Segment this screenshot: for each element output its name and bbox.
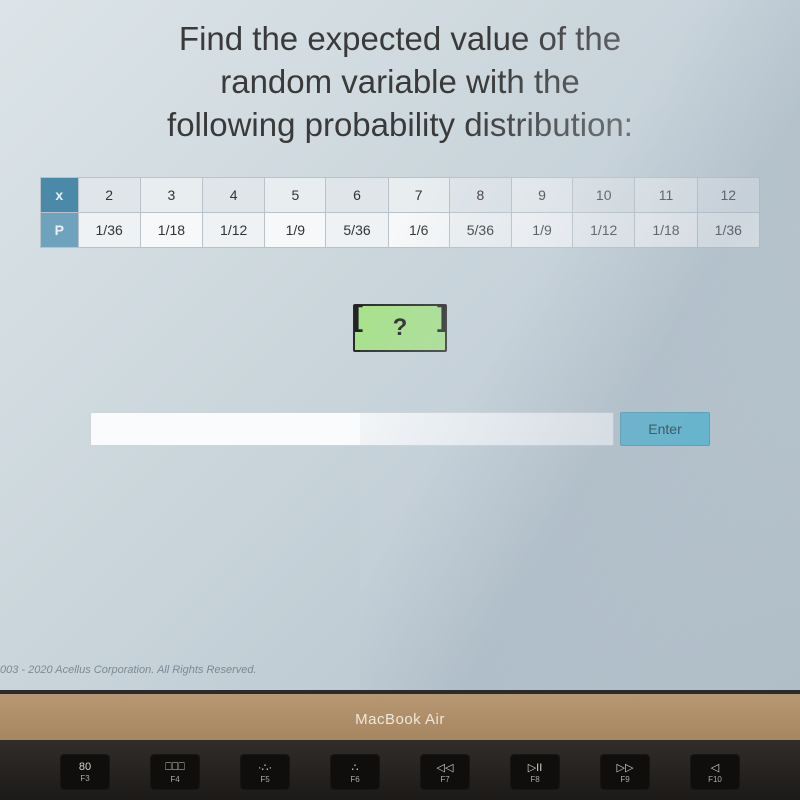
x-cell: 11 (635, 177, 697, 212)
x-cell: 10 (573, 177, 635, 212)
x-cell: 12 (697, 177, 759, 212)
p-cell: 1/9 (265, 212, 326, 247)
question-prompt: Find the expected value of the random va… (0, 18, 800, 147)
table-row-p: P 1/36 1/18 1/12 1/9 5/36 1/6 5/36 1/9 1… (41, 212, 760, 247)
p-cell: 1/12 (573, 212, 635, 247)
bezel-label: MacBook Air (355, 711, 445, 728)
x-cell: 2 (78, 177, 140, 212)
function-key: ·∴·F5 (240, 754, 290, 790)
x-cell: 6 (326, 177, 388, 212)
p-cell: 5/36 (326, 212, 388, 247)
probability-table: x 2 3 4 5 6 7 8 9 10 11 12 P 1/36 1/18 1… (40, 177, 760, 248)
p-cell: 1/36 (697, 212, 759, 247)
x-cell: 5 (265, 177, 326, 212)
x-cell: 3 (140, 177, 202, 212)
table-row-x: x 2 3 4 5 6 7 8 9 10 11 12 (41, 177, 760, 212)
copyright-text: 003 - 2020 Acellus Corporation. All Righ… (0, 664, 257, 676)
question-line-1: Find the expected value of the (0, 18, 800, 61)
p-cell: 5/36 (449, 212, 511, 247)
answer-placeholder-text: ? (393, 314, 408, 342)
p-cell: 1/36 (78, 212, 140, 247)
function-key: ◁◁F7 (420, 754, 470, 790)
p-cell: 1/18 (635, 212, 697, 247)
p-cell: 1/18 (140, 212, 202, 247)
p-header: P (41, 212, 79, 247)
function-key: ▷IIF8 (510, 754, 560, 790)
x-cell: 4 (203, 177, 265, 212)
question-line-3: following probability distribution: (0, 104, 800, 147)
p-cell: 1/6 (388, 212, 449, 247)
x-cell: 9 (512, 177, 573, 212)
laptop-bezel: MacBook Air (0, 690, 800, 744)
bracket-right-icon: ] (437, 300, 447, 334)
x-cell: 8 (449, 177, 511, 212)
bracket-left-icon: [ (353, 300, 363, 334)
x-cell: 7 (388, 177, 449, 212)
function-key: ∴F6 (330, 754, 380, 790)
enter-button[interactable]: Enter (620, 412, 710, 446)
x-header: x (41, 177, 79, 212)
function-key: 80F3 (60, 754, 110, 790)
p-cell: 1/12 (203, 212, 265, 247)
keyboard-strip: 80F3 ⎕⎕⎕F4 ·∴·F5 ∴F6 ◁◁F7 ▷IIF8 ▷▷F9 ◁F1… (0, 740, 800, 800)
question-line-2: random variable with the (0, 61, 800, 104)
answer-placeholder-box: [ ? ] (353, 304, 447, 352)
function-key: ▷▷F9 (600, 754, 650, 790)
p-cell: 1/9 (512, 212, 573, 247)
function-key: ◁F10 (690, 754, 740, 790)
function-key: ⎕⎕⎕F4 (150, 754, 200, 790)
answer-input[interactable] (90, 412, 614, 446)
